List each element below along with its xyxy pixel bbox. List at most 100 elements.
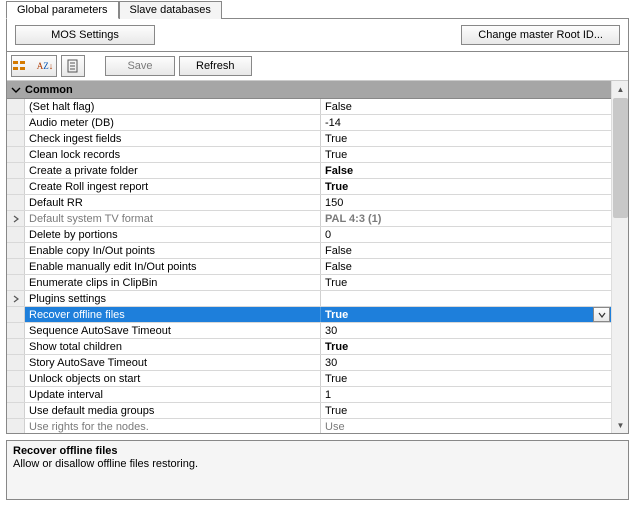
refresh-button[interactable]: Refresh xyxy=(179,56,252,76)
property-value[interactable]: False xyxy=(321,259,611,274)
property-value[interactable]: True xyxy=(321,371,611,386)
property-label: Default RR xyxy=(25,195,321,210)
grid-toolbar: AZ↓ Save Refresh xyxy=(7,52,628,81)
property-row[interactable]: Audio meter (DB)-14 xyxy=(7,115,611,131)
row-gutter xyxy=(7,243,25,258)
property-row[interactable]: Default system TV formatPAL 4:3 (1) xyxy=(7,211,611,227)
property-row[interactable]: Show total childrenTrue xyxy=(7,339,611,355)
property-label: Sequence AutoSave Timeout xyxy=(25,323,321,338)
property-value[interactable]: Use xyxy=(321,419,611,433)
property-label: Default system TV format xyxy=(25,211,321,226)
chevron-right-icon xyxy=(12,295,20,303)
description-title: Recover offline files xyxy=(13,445,622,457)
property-row[interactable]: Sequence AutoSave Timeout30 xyxy=(7,323,611,339)
description-pane: Recover offline files Allow or disallow … xyxy=(6,440,629,500)
dropdown-arrow-icon[interactable] xyxy=(593,307,610,322)
row-gutter xyxy=(7,99,25,114)
property-value[interactable]: False xyxy=(321,163,611,178)
save-button[interactable]: Save xyxy=(105,56,175,76)
property-row[interactable]: Enable copy In/Out pointsFalse xyxy=(7,243,611,259)
property-row[interactable]: Create Roll ingest reportTrue xyxy=(7,179,611,195)
categorized-sort-toggle[interactable]: AZ↓ xyxy=(11,55,57,77)
property-row[interactable]: Enable manually edit In/Out pointsFalse xyxy=(7,259,611,275)
property-row[interactable]: Clean lock recordsTrue xyxy=(7,147,611,163)
grid-rows: Common (Set halt flag)FalseAudio meter (… xyxy=(7,81,611,433)
property-label: Recover offline files xyxy=(25,307,321,322)
property-value[interactable]: True xyxy=(321,275,611,290)
row-gutter xyxy=(7,291,25,306)
row-gutter xyxy=(7,339,25,354)
property-label: Plugins settings xyxy=(25,291,321,306)
row-gutter xyxy=(7,387,25,402)
property-value[interactable]: True xyxy=(321,179,611,194)
property-label: Create Roll ingest report xyxy=(25,179,321,194)
property-value[interactable]: True xyxy=(321,131,611,146)
property-value[interactable]: 1 xyxy=(321,387,611,402)
tab-strip: Global parameters Slave databases xyxy=(0,0,635,18)
grid-body: Common (Set halt flag)FalseAudio meter (… xyxy=(7,81,628,433)
property-value[interactable]: -14 xyxy=(321,115,611,130)
property-row[interactable]: Create a private folderFalse xyxy=(7,163,611,179)
property-value[interactable]: True xyxy=(321,339,611,354)
property-row[interactable]: Recover offline filesTrue xyxy=(7,307,611,323)
property-value[interactable]: False xyxy=(321,99,611,114)
property-row[interactable]: Plugins settings xyxy=(7,291,611,307)
property-row[interactable]: Story AutoSave Timeout30 xyxy=(7,355,611,371)
property-value[interactable] xyxy=(321,291,611,306)
scroll-thumb[interactable] xyxy=(613,98,628,218)
vertical-scrollbar[interactable]: ▲ ▼ xyxy=(611,81,628,433)
row-gutter xyxy=(7,195,25,210)
change-master-root-button[interactable]: Change master Root ID... xyxy=(461,25,620,45)
tab-global-parameters[interactable]: Global parameters xyxy=(6,1,119,19)
property-grid: AZ↓ Save Refresh Common (Set halt flag)F… xyxy=(6,51,629,434)
property-row[interactable]: Use rights for the nodes.Use xyxy=(7,419,611,433)
row-gutter xyxy=(7,147,25,162)
property-label: Unlock objects on start xyxy=(25,371,321,386)
property-label: Enable manually edit In/Out points xyxy=(25,259,321,274)
row-gutter xyxy=(7,323,25,338)
property-value[interactable]: True xyxy=(321,403,611,418)
property-value[interactable]: 30 xyxy=(321,323,611,338)
mos-settings-button[interactable]: MOS Settings xyxy=(15,25,155,45)
property-label: Story AutoSave Timeout xyxy=(25,355,321,370)
property-row[interactable]: Default RR150 xyxy=(7,195,611,211)
property-row[interactable]: Enumerate clips in ClipBinTrue xyxy=(7,275,611,291)
row-gutter xyxy=(7,211,25,226)
property-row[interactable]: Delete by portions0 xyxy=(7,227,611,243)
property-label: Delete by portions xyxy=(25,227,321,242)
row-gutter xyxy=(7,179,25,194)
property-value[interactable]: PAL 4:3 (1) xyxy=(321,211,611,226)
top-toolbar: MOS Settings Change master Root ID... xyxy=(6,18,629,51)
property-row[interactable]: Use default media groupsTrue xyxy=(7,403,611,419)
row-gutter xyxy=(7,371,25,386)
alpha-sort-icon: AZ↓ xyxy=(34,56,56,76)
property-label: Enumerate clips in ClipBin xyxy=(25,275,321,290)
row-gutter xyxy=(7,403,25,418)
property-row[interactable]: (Set halt flag)False xyxy=(7,99,611,115)
description-text: Allow or disallow offline files restorin… xyxy=(13,458,622,470)
row-gutter xyxy=(7,163,25,178)
property-value[interactable]: True xyxy=(321,147,611,162)
property-value[interactable]: 0 xyxy=(321,227,611,242)
property-value[interactable]: True xyxy=(321,307,593,322)
property-row[interactable]: Update interval1 xyxy=(7,387,611,403)
scroll-down-arrow-icon[interactable]: ▼ xyxy=(613,417,628,433)
tab-slave-databases[interactable]: Slave databases xyxy=(119,1,222,19)
property-value[interactable]: 150 xyxy=(321,195,611,210)
property-label: Audio meter (DB) xyxy=(25,115,321,130)
property-pages-icon[interactable] xyxy=(61,55,85,77)
category-label: Common xyxy=(25,84,73,96)
property-row[interactable]: Unlock objects on startTrue xyxy=(7,371,611,387)
property-value[interactable]: 30 xyxy=(321,355,611,370)
row-gutter xyxy=(7,307,25,322)
property-value[interactable]: False xyxy=(321,243,611,258)
property-row[interactable]: Check ingest fieldsTrue xyxy=(7,131,611,147)
property-label: Update interval xyxy=(25,387,321,402)
property-label: (Set halt flag) xyxy=(25,99,321,114)
categorized-icon xyxy=(12,59,34,73)
row-gutter xyxy=(7,419,25,433)
property-label: Show total children xyxy=(25,339,321,354)
row-gutter xyxy=(7,227,25,242)
scroll-up-arrow-icon[interactable]: ▲ xyxy=(613,81,628,97)
category-header-common[interactable]: Common xyxy=(7,81,611,99)
